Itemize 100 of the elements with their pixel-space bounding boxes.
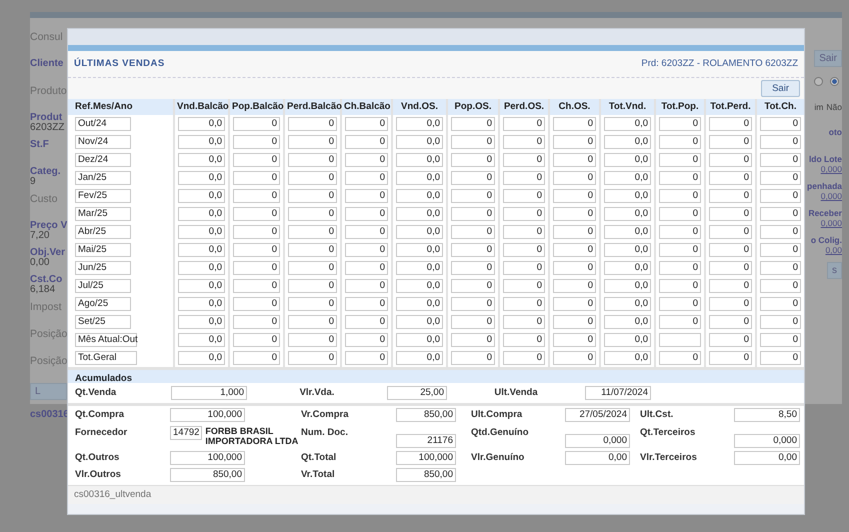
- value-field: 0: [288, 279, 337, 293]
- value-field: 0,00: [734, 450, 800, 464]
- value-field: 0: [451, 207, 495, 221]
- month-field: Set/25: [75, 315, 131, 329]
- value-field: 0: [451, 261, 495, 275]
- value-field: 0,0: [604, 117, 651, 131]
- value-field: 0: [760, 279, 801, 293]
- value-field: 0: [760, 261, 801, 275]
- month-field: Jul/25: [75, 279, 131, 293]
- section-heading: Impost: [30, 302, 63, 315]
- field-label: Qt.Venda: [75, 386, 118, 400]
- value-link[interactable]: 0,000: [808, 164, 842, 174]
- value-field: 0,0: [178, 117, 225, 131]
- value-field: 0: [345, 279, 388, 293]
- value-field: 0: [451, 351, 495, 365]
- value-field: 0: [288, 261, 337, 275]
- value-field: 0: [553, 261, 596, 275]
- field-label: Num. Doc.: [301, 426, 349, 440]
- field-label: Qt.Terceiros: [640, 426, 696, 440]
- month-field: Fev/25: [75, 189, 131, 203]
- section-heading: Posição: [30, 356, 67, 369]
- column-header: Perd.OS.: [499, 99, 549, 115]
- value-field: 0: [503, 279, 545, 293]
- value-field: 0: [760, 315, 801, 329]
- field-label: Ult.Venda: [493, 386, 539, 400]
- value-field: 0: [760, 297, 801, 311]
- field-label: Obj.Ver: [30, 248, 66, 258]
- value-link[interactable]: 0,000: [808, 218, 842, 228]
- value-field: 0,0: [604, 171, 651, 185]
- value-link[interactable]: 0,00: [810, 245, 842, 255]
- value-field: 0: [233, 117, 280, 131]
- value-field: 0,0: [604, 207, 651, 221]
- value-field: 0: [451, 135, 495, 149]
- field-value: 9: [30, 177, 36, 187]
- radio-button[interactable]: [814, 77, 824, 86]
- value-field: 0: [451, 189, 495, 203]
- value-field: 0,0: [396, 135, 443, 149]
- value-field: 0,0: [178, 189, 225, 203]
- value-field: 0: [553, 207, 596, 221]
- value-field: 0: [553, 279, 596, 293]
- value-field: 0,0: [178, 153, 225, 167]
- field-label: Qt.Total: [301, 450, 338, 464]
- value-field: 0: [553, 315, 596, 329]
- button[interactable]: s: [827, 262, 842, 279]
- value-field: 0: [233, 261, 280, 275]
- value-field: 0,0: [396, 117, 443, 131]
- column-header: Pop.Balcão: [229, 99, 284, 115]
- value-field: 0: [709, 189, 752, 203]
- value-field: 0: [503, 315, 545, 329]
- value-field: 0,0: [604, 279, 651, 293]
- value-field: 0: [288, 243, 337, 257]
- value-field: 0: [709, 351, 752, 365]
- dialog-title: ÚLTIMAS VENDAS: [74, 56, 165, 71]
- field-value: 7,20: [30, 231, 50, 241]
- value-field: 0: [345, 117, 388, 131]
- value-field: 0: [233, 189, 280, 203]
- value-field: 0: [760, 333, 801, 347]
- month-field: Out/24: [75, 117, 131, 131]
- value-field: 0,000: [565, 434, 630, 448]
- column-header: Ref.Mes/Ano: [68, 99, 174, 115]
- value-field: 0,0: [604, 243, 651, 257]
- month-field: Mar/25: [75, 207, 131, 221]
- value-field: 0: [451, 243, 495, 257]
- value-field: 0: [709, 117, 752, 131]
- value-field: 0,0: [178, 207, 225, 221]
- month-field: Dez/24: [75, 153, 131, 167]
- value-field: 0: [760, 153, 801, 167]
- exit-button[interactable]: Sair: [761, 80, 800, 97]
- value-field: 0,0: [604, 135, 651, 149]
- button[interactable]: L: [30, 383, 67, 400]
- field-value: 6,184: [30, 285, 56, 295]
- radio-button[interactable]: [830, 77, 839, 86]
- value-field: 0: [553, 243, 596, 257]
- field-label: penhada: [807, 181, 842, 191]
- supplier-name: FORBB BRASIL IMPORTADORA LTDA: [205, 426, 300, 446]
- month-field: Jan/25: [75, 171, 131, 185]
- value-field: 0: [760, 351, 801, 365]
- field-label: Vlr.Outros: [75, 468, 122, 482]
- value-field: 0: [709, 297, 752, 311]
- column-header: Perd.Balcão: [284, 99, 341, 115]
- field-label: Ult.Cst.: [640, 408, 674, 422]
- value-field: 0: [553, 351, 596, 365]
- button[interactable]: Sair: [814, 50, 842, 67]
- field-label: o Colig.: [810, 235, 842, 245]
- value-field: 0: [451, 333, 495, 347]
- value-field: 0: [760, 117, 801, 131]
- value-field: 850,00: [396, 468, 456, 482]
- value-field: 0: [233, 351, 280, 365]
- value-link[interactable]: 0,000: [807, 191, 842, 201]
- field-label: Cliente: [30, 59, 64, 71]
- value-field: 0: [503, 135, 545, 149]
- value-field: 0: [659, 189, 701, 203]
- value-field: 0: [659, 135, 701, 149]
- value-field: 0: [553, 297, 596, 311]
- field-label: St.F: [30, 140, 50, 152]
- field-label: Receber: [808, 208, 842, 218]
- field-label: Produt: [30, 113, 64, 123]
- value-field: 0: [553, 333, 596, 347]
- value-field: 0: [503, 117, 545, 131]
- value-field: 0: [503, 207, 545, 221]
